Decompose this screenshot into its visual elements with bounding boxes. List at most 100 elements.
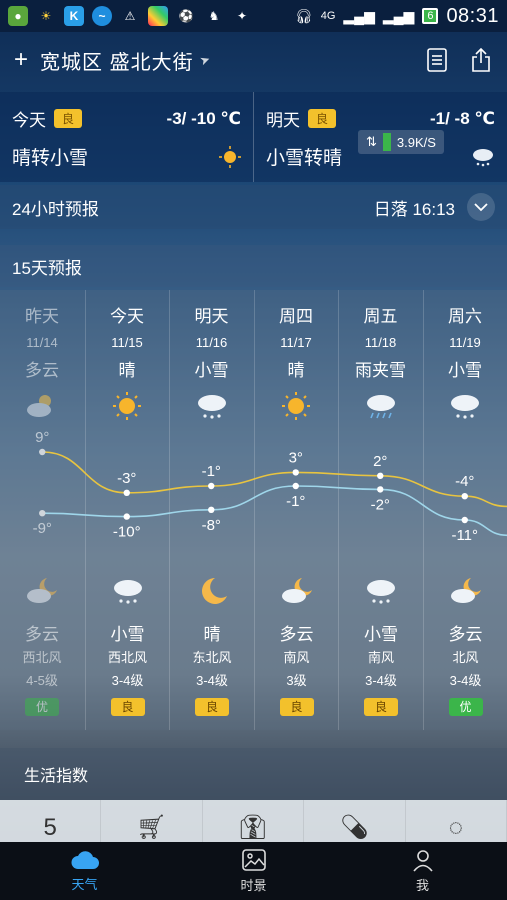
day-condition: 晴	[118, 361, 136, 380]
transfer-icon: ⇅	[366, 134, 377, 149]
weekday: 周六	[448, 307, 482, 326]
weekday: 周五	[363, 307, 398, 326]
night-condition: 多云	[25, 625, 59, 644]
night-condition: 多云	[448, 625, 483, 644]
medicine-icon[interactable]: 💊︎	[304, 800, 406, 842]
cloudy-night-icon	[449, 576, 483, 606]
date: 11/14	[26, 335, 58, 350]
location-arrow-icon: ➤	[197, 51, 212, 69]
wind-level: 3-4级	[111, 673, 144, 688]
aq-badge: 优	[448, 698, 483, 716]
aq-badge: 良	[195, 698, 229, 716]
shopping-icon[interactable]: 🛒︎	[101, 800, 203, 842]
today-condition: 晴转小雪	[12, 148, 89, 169]
date: 11/16	[195, 335, 228, 350]
today-label: 今天	[12, 111, 46, 130]
clothing-icon[interactable]: 👔︎	[203, 800, 305, 842]
wind-level: 4-5级	[26, 673, 58, 688]
forecast-day-4[interactable]: 周五 11/18 雨夹雪 小雪 南风 3-4级良	[338, 290, 422, 730]
date: 11/17	[280, 335, 312, 350]
date: 11/18	[364, 335, 397, 350]
night-condition: 小雪	[364, 625, 398, 644]
tomorrow-aq-badge: 良	[308, 109, 337, 128]
life-index-value[interactable]: 5	[0, 800, 102, 842]
nav-weather[interactable]: 天气	[0, 842, 169, 900]
tomorrow-temps: -1/ -8 ℃	[430, 108, 495, 128]
sunny-icon	[219, 145, 241, 168]
warning-icon: ⚠	[124, 9, 136, 23]
life-index-first-value: 5	[43, 814, 57, 841]
signal-icon: ▂▄▆	[343, 7, 375, 24]
today-summary[interactable]: 今天 良 -3/ -10 ℃ 晴转小雪	[0, 92, 253, 182]
weekday: 昨天	[25, 307, 59, 326]
wind-direction: 南风	[367, 650, 394, 665]
night-condition: 小雪	[110, 625, 145, 644]
chevron-down-icon[interactable]	[467, 193, 495, 221]
hourly-title: 24小时预报	[12, 199, 99, 219]
weekday: 明天	[194, 307, 229, 326]
wind-direction: 北风	[452, 650, 479, 665]
date: 11/15	[111, 335, 143, 350]
wind-level: 3-4级	[449, 673, 482, 688]
forecast-day-2[interactable]: 明天 11/16 小雪晴东北风 3-4级良	[169, 290, 253, 730]
vpn-icon: ~	[92, 6, 112, 26]
life-index-title: 生活指数	[24, 768, 89, 785]
daily-forecast[interactable]: 昨天 11/14 多云 多云 西北风 4-5级优今天 11/15 晴小雪 西北风 3-4级良明天 1…	[0, 290, 507, 730]
sunny-icon	[110, 391, 144, 421]
network-type: 4G	[320, 10, 336, 22]
snow-icon	[111, 576, 145, 606]
sleet-icon	[364, 391, 398, 421]
aq-badge: 优	[25, 698, 59, 716]
life-index-header: 生活指数	[0, 748, 507, 800]
aq-badge: 良	[110, 698, 145, 716]
tomorrow-summary[interactable]: 明天 良 -1/ -8 ℃ 小雪转晴 ⇅ 3.9K/S	[253, 92, 507, 182]
day-condition: 小雪	[448, 361, 482, 380]
wind-direction: 西北风	[22, 650, 62, 665]
life-index-strip[interactable]: 5 🛒︎ 👔︎ 💊︎ ◌	[0, 800, 507, 842]
more-icon[interactable]: ◌	[406, 800, 507, 842]
speed-value: 3.9K/S	[396, 134, 436, 150]
nav-me-label: 我	[415, 878, 429, 893]
photo-icon	[148, 6, 168, 26]
photo-icon	[241, 849, 266, 871]
soccer-icon: ⚽	[178, 9, 194, 23]
headphone-icon: 🎧︎	[294, 7, 313, 24]
battery-icon: 6	[422, 8, 439, 24]
moon-icon	[195, 576, 229, 606]
wind-level: 3-4级	[196, 673, 228, 688]
list-icon[interactable]	[425, 47, 449, 73]
forecast-day-0[interactable]: 昨天 11/14 多云 多云 西北风 4-5级优	[0, 290, 84, 730]
day-condition: 晴	[287, 361, 305, 380]
sunny-icon	[279, 391, 313, 421]
share-icon[interactable]	[469, 47, 493, 73]
forecast-day-1[interactable]: 今天 11/15 晴小雪 西北风 3-4级良	[84, 290, 169, 730]
day-condition: 多云	[25, 361, 59, 380]
forecast-day-3[interactable]: 周四 11/17 晴多云 南风 3级良	[253, 290, 338, 730]
hourly-forecast-bar[interactable]: 24小时预报 日落 16:13	[0, 185, 507, 229]
weekday: 今天	[110, 307, 144, 326]
nav-scenes-label: 时景	[240, 878, 267, 893]
today-temps: -3/ -10 ℃	[166, 108, 241, 128]
signal-icon-2: ▂▄▆	[382, 7, 415, 24]
wind-direction: 南风	[283, 650, 310, 665]
day-condition: 雨夹雪	[355, 361, 406, 380]
wind-level: 3-4级	[365, 673, 397, 688]
nav-weather-label: 天气	[71, 877, 98, 892]
nav-me[interactable]: 我	[338, 842, 507, 900]
today-tomorrow-panel: 今天 良 -3/ -10 ℃ 晴转小雪 明天 良 -1/ -8 ℃ 小雪转晴 ⇅	[0, 92, 507, 182]
weekday: 周四	[279, 307, 313, 326]
badge-icon: ✦	[236, 9, 248, 23]
wind-direction: 东北风	[192, 650, 232, 665]
forecast-day-5[interactable]: 周六 11/19 小雪 多云 北风 3-4级优	[422, 290, 507, 730]
nav-scenes[interactable]: 时景	[169, 842, 338, 900]
night-condition: 晴	[203, 625, 221, 644]
header: + 宽城区 盛北大街 ➤	[0, 32, 507, 88]
helmet-icon: ♞	[208, 9, 220, 23]
add-city-button[interactable]: +	[14, 46, 28, 74]
snow-icon	[195, 391, 229, 421]
tomorrow-condition: 小雪转晴	[266, 148, 343, 169]
location-title[interactable]: 宽城区 盛北大街	[40, 46, 194, 75]
today-aq-badge: 良	[54, 109, 83, 128]
partly-cloudy-icon	[25, 391, 59, 421]
sunset-time: 日落 16:13	[373, 199, 455, 219]
